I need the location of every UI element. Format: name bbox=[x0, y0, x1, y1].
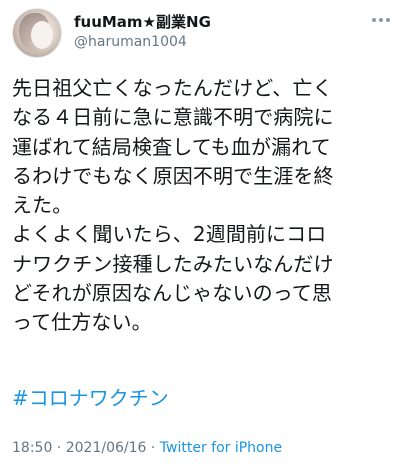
tweet-line: なる４日前に急に意識不明で病院に bbox=[12, 105, 334, 130]
avatar-face bbox=[31, 21, 53, 49]
more-dot bbox=[372, 18, 376, 22]
display-name[interactable]: fuuMam★副業NG bbox=[74, 11, 211, 32]
avatar[interactable] bbox=[12, 8, 62, 58]
more-dots-icon[interactable] bbox=[367, 12, 395, 28]
meta-separator: · bbox=[52, 440, 66, 456]
username[interactable]: @haruman1004 bbox=[74, 34, 187, 50]
tweet-line: って仕方ない。 bbox=[12, 310, 152, 335]
tweet-line: 先日祖父亡くなったんだけど、亡く bbox=[12, 76, 333, 100]
tweet-line: どそれが原因なんじゃないのって思 bbox=[12, 281, 332, 306]
tweet-line: ナワクチン接種したみたいなんだけ bbox=[12, 251, 334, 276]
hashtag-link[interactable]: #コロナワクチン bbox=[12, 384, 169, 413]
tweet-text: 先日祖父亡くなったんだけど、亡く なる４日前に急に意識不明で病院に 運ばれて結局… bbox=[12, 74, 404, 338]
tweet-header: fuuMam★副業NG @haruman1004 bbox=[12, 8, 395, 58]
tweet-line: よくよく聞いたら、2週間前にコロ bbox=[12, 222, 327, 247]
tweet-card: fuuMam★副業NG @haruman1004 先日祖父亡くなったんだけど、亡… bbox=[0, 0, 407, 470]
tweet-time[interactable]: 18:50 bbox=[12, 440, 52, 456]
meta-separator: · bbox=[146, 440, 160, 456]
more-dot bbox=[386, 18, 390, 22]
tweet-meta: 18:50 · 2021/06/16 · Twitter for iPhone bbox=[12, 440, 282, 456]
tweet-line: 運ばれて結局検査しても血が漏れて bbox=[12, 134, 331, 159]
tweet-source-link[interactable]: Twitter for iPhone bbox=[160, 440, 282, 456]
tweet-line: るわけでもなく原因不明で生涯を終 bbox=[12, 163, 334, 188]
more-dot bbox=[379, 18, 383, 22]
tweet-line: えた。 bbox=[12, 193, 73, 218]
tweet-date[interactable]: 2021/06/16 bbox=[66, 440, 147, 456]
